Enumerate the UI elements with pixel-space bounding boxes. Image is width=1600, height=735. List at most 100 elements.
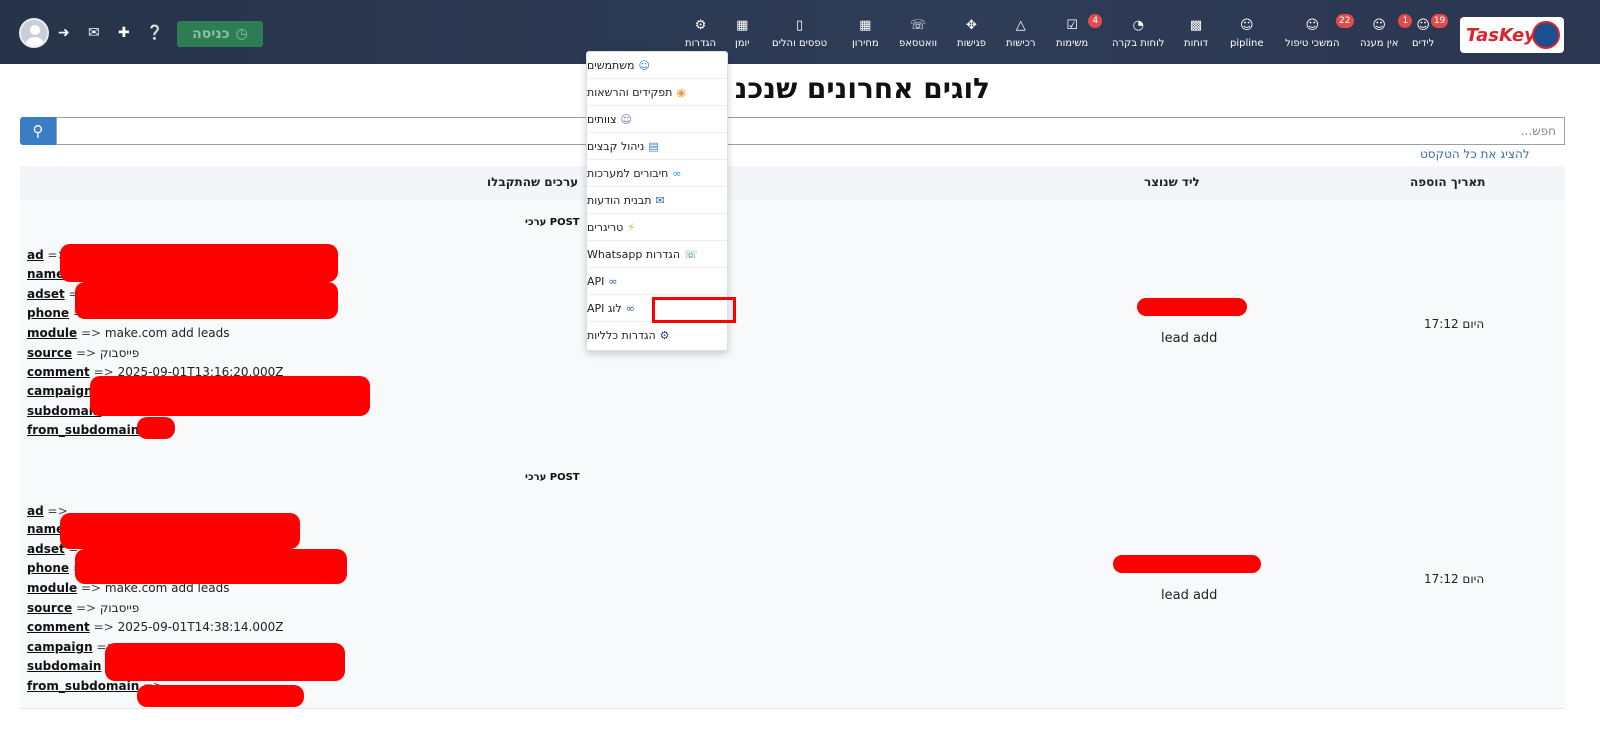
post-values-header: ערכי POST — [525, 217, 580, 228]
nav-purchases[interactable]: △ רכישות — [1006, 18, 1036, 54]
bolt-icon: ⚡ — [627, 220, 636, 234]
header-date: תאריך הוספה — [1410, 175, 1486, 189]
nav-label: המשכי טיפול — [1285, 38, 1340, 49]
menu-item-integrations[interactable]: ∞ חיבורים למערכות — [587, 160, 727, 187]
user-icon: ☺ — [1372, 18, 1386, 33]
redaction — [137, 685, 304, 707]
table-header: תאריך הוספה ליד שנוצר ערכים שהתקבלו — [20, 166, 1565, 202]
redaction — [75, 282, 338, 319]
user-icon: ☺ — [1305, 18, 1320, 33]
clock-icon: ◷ — [235, 26, 248, 42]
lead-created[interactable]: lead add — [1161, 331, 1217, 346]
login-label: כניסה — [192, 26, 230, 42]
nav-badge: 19 — [1430, 14, 1449, 28]
link-icon: ∞ — [672, 166, 682, 180]
sign-in-icon[interactable]: ➜ — [58, 25, 70, 41]
menu-item-general-settings[interactable]: ⚙ הגדרות כלליות — [587, 322, 727, 349]
nav-calendar[interactable]: ▦ יומן — [735, 18, 749, 54]
nav-pricelist[interactable]: ▦ מחירון — [852, 18, 879, 54]
gear-icon: ⚙ — [694, 18, 707, 33]
nav-label: מחירון — [852, 38, 879, 49]
nav-whatsapp[interactable]: ☏ וואטסאפ — [899, 18, 937, 54]
avatar[interactable] — [19, 18, 49, 48]
field-module: module => make.com add leads — [27, 326, 230, 340]
nav-forms[interactable]: ▯ טפסים והלים — [772, 18, 827, 54]
help-icon[interactable]: ❔ — [146, 25, 163, 41]
nav-pipline[interactable]: ☺ pipline — [1230, 18, 1264, 54]
header-lead: ליד שנוצר — [1144, 175, 1200, 189]
menu-item-teams[interactable]: ☺ צוותים — [587, 106, 727, 133]
menu-item-message-templates[interactable]: ✉ תבנית הודעות — [587, 187, 727, 214]
date-added: היום 17:12 — [1424, 572, 1485, 586]
nav-meetings[interactable]: ✥ פגישות — [957, 18, 986, 54]
table-row: ערכי POST ad => name => adset => phone =… — [20, 453, 1565, 709]
users-icon: ☺ — [638, 58, 650, 72]
menu-item-files[interactable]: ▤ ניהול קבצים — [587, 133, 727, 160]
cart-icon: △ — [1015, 18, 1026, 33]
nav-label: רכישות — [1006, 38, 1036, 49]
nav-settings[interactable]: ⚙ הגדרות — [685, 18, 716, 54]
nav-label: טפסים והלים — [772, 38, 828, 49]
redaction — [75, 549, 347, 584]
link-icon: ∞ — [625, 301, 635, 315]
menu-item-whatsapp-settings[interactable]: ☏ הגדרות Whatsapp — [587, 241, 727, 268]
whatsapp-icon: ☏ — [909, 18, 927, 33]
chat-icon[interactable]: ✉ — [88, 25, 100, 41]
table-row: ערכי POST ad => name => adset => phone =… — [20, 200, 1565, 454]
whatsapp-icon: ☏ — [684, 247, 698, 261]
page-title: לוגים אחרונים שנכנ — [734, 72, 990, 105]
team-icon: ☺ — [620, 112, 632, 126]
nav-label: הגדרות — [685, 38, 717, 49]
user-icon: ☺ — [1416, 18, 1430, 33]
header-values: ערכים שהתקבלו — [487, 175, 579, 189]
cog-icon: ⚙ — [659, 329, 670, 342]
lead-created[interactable]: lead add — [1161, 588, 1217, 603]
nav-badge: 22 — [1336, 14, 1354, 28]
redaction — [60, 513, 300, 549]
nav-label: וואטסאפ — [899, 38, 938, 49]
file-icon: ▤ — [648, 139, 659, 153]
nav-label: לידים — [1412, 38, 1435, 49]
book-icon: ▯ — [795, 18, 804, 33]
redaction — [90, 376, 370, 416]
nav-dashboards[interactable]: ◔ לוחות בקרה — [1112, 18, 1164, 54]
redaction — [1137, 298, 1247, 316]
nav-badge: 1 — [1398, 14, 1413, 28]
barcode-icon: ▦ — [859, 18, 872, 33]
eye-icon: ◉ — [676, 85, 686, 99]
nav-label: אין מענה — [1360, 38, 1399, 49]
calendar-icon: ▦ — [736, 18, 749, 33]
login-button[interactable]: כניסה ◷ — [177, 21, 263, 47]
search-button[interactable]: ⚲ — [20, 117, 56, 145]
post-values-header: ערכי POST — [525, 472, 580, 483]
nav-label: משימות — [1056, 38, 1089, 49]
nav-label: pipline — [1230, 38, 1264, 49]
redaction — [1113, 555, 1261, 573]
plus-icon[interactable]: ✚ — [118, 25, 130, 41]
search-icon: ⚲ — [32, 122, 44, 140]
menu-item-triggers[interactable]: ⚡ טריגרים — [587, 214, 727, 241]
taskey-logo[interactable]: TasKey — [1460, 17, 1564, 53]
nav-followups[interactable]: ☺ המשכי טיפול 22 — [1285, 14, 1354, 54]
menu-item-roles[interactable]: ◉ תפקידים והרשאות — [587, 79, 727, 106]
nav-reports[interactable]: ▩ דוחות — [1184, 18, 1208, 54]
field-comment: comment => 2025-09-01T14:38:14.000Z — [27, 620, 284, 634]
redaction — [105, 643, 345, 681]
nav-label: דוחות — [1184, 38, 1209, 49]
nav-label: פגישות — [957, 38, 986, 49]
link-icon: ∞ — [608, 274, 618, 288]
nav-tasks[interactable]: ☑ משימות 4 — [1056, 14, 1103, 54]
nav-no-answer[interactable]: ☺ אין מענה 1 — [1360, 14, 1413, 54]
nav-label: לוחות בקרה — [1112, 38, 1165, 49]
nav-badge: 4 — [1088, 14, 1103, 28]
show-all-text-link[interactable]: להציג את כל הטקסט — [1420, 147, 1530, 161]
nav-leads[interactable]: ☺ לידים 19 — [1412, 14, 1449, 54]
search-input[interactable] — [56, 117, 1565, 145]
redaction — [60, 244, 338, 282]
bar-chart-icon: ▩ — [1189, 18, 1203, 33]
logo-mark-icon — [1532, 21, 1560, 49]
menu-item-api[interactable]: ∞ API — [587, 268, 727, 295]
envelope-icon: ✉ — [655, 193, 665, 207]
checkbox-icon: ☑ — [1066, 18, 1078, 33]
menu-item-users[interactable]: ☺ משתמשים — [587, 52, 727, 79]
